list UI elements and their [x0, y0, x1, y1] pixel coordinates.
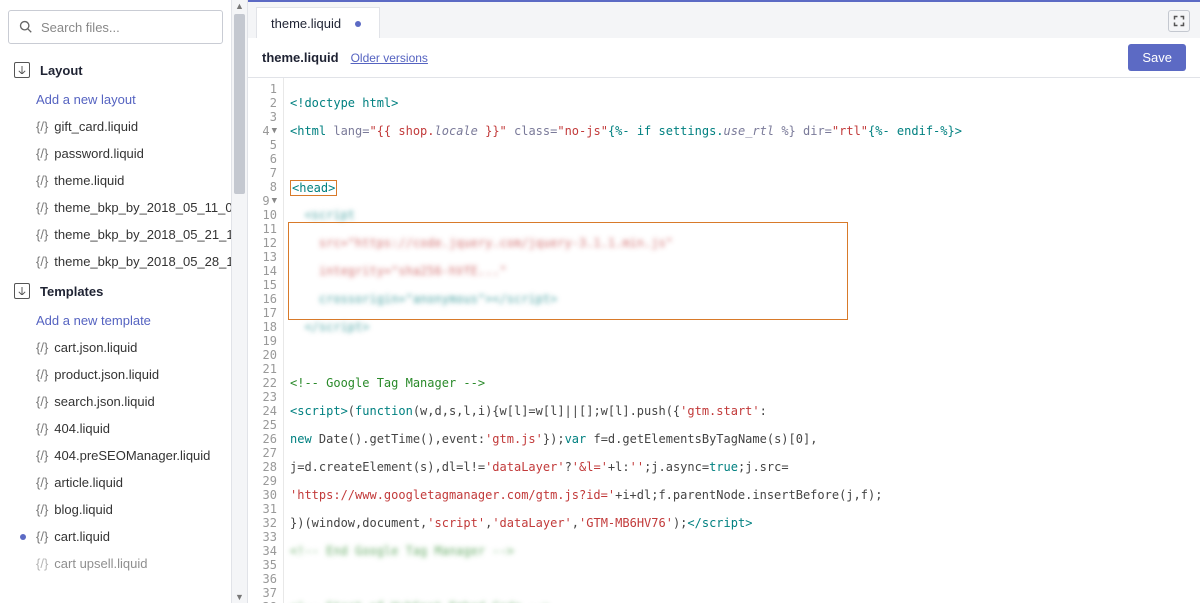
file-item[interactable]: {/}theme_bkp_by_2018_05_21_1: [8, 221, 231, 248]
section-title: Layout: [40, 63, 83, 78]
collapse-icon: [14, 62, 30, 78]
sidebar: Layout Add a new layout {/}gift_card.liq…: [0, 0, 232, 603]
file-name: theme.liquid: [262, 50, 339, 65]
save-button[interactable]: Save: [1128, 44, 1186, 71]
scroll-down-icon[interactable]: ▼: [232, 591, 247, 603]
file-item[interactable]: {/}theme_bkp_by_2018_05_28_1: [8, 248, 231, 275]
file-item[interactable]: {/}404.liquid: [8, 415, 231, 442]
scroll-thumb[interactable]: [234, 14, 245, 194]
search-input[interactable]: [41, 20, 217, 35]
editor-pane: theme.liquid theme.liquid Older versions…: [248, 0, 1200, 603]
older-versions-link[interactable]: Older versions: [351, 51, 428, 65]
modified-dot-icon: [355, 21, 361, 27]
section-templates-header[interactable]: Templates: [8, 275, 231, 307]
file-item[interactable]: {/}theme.liquid: [8, 167, 231, 194]
collapse-icon: [14, 283, 30, 299]
file-item[interactable]: {/}gift_card.liquid: [8, 113, 231, 140]
section-title: Templates: [40, 284, 103, 299]
file-item[interactable]: {/}404.preSEOManager.liquid: [8, 442, 231, 469]
file-item[interactable]: {/}theme_bkp_by_2018_05_11_0: [8, 194, 231, 221]
file-item-modified[interactable]: {/}cart.liquid: [8, 523, 231, 550]
search-input-wrap[interactable]: [8, 10, 223, 44]
code-content[interactable]: <!doctype html> <html lang="{{ shop.loca…: [284, 78, 1200, 603]
section-layout-header[interactable]: Layout: [8, 54, 231, 86]
scroll-up-icon[interactable]: ▲: [232, 0, 247, 12]
sidebar-scrollbar[interactable]: ▲ ▼: [232, 0, 248, 603]
file-item[interactable]: {/}search.json.liquid: [8, 388, 231, 415]
expand-button[interactable]: [1168, 10, 1190, 32]
tab-theme-liquid[interactable]: theme.liquid: [256, 7, 380, 38]
file-item[interactable]: {/}password.liquid: [8, 140, 231, 167]
file-item[interactable]: {/}product.json.liquid: [8, 361, 231, 388]
file-item[interactable]: {/}article.liquid: [8, 469, 231, 496]
line-numbers: 1234 ▼56789 ▼101112131415161718192021222…: [248, 78, 284, 603]
tab-bar: theme.liquid: [248, 0, 1200, 38]
file-item[interactable]: {/}blog.liquid: [8, 496, 231, 523]
search-icon: [19, 20, 33, 34]
file-item[interactable]: {/}cart.json.liquid: [8, 334, 231, 361]
file-item[interactable]: {/}cart upsell.liquid: [8, 550, 231, 577]
file-header: theme.liquid Older versions Save: [248, 38, 1200, 78]
modified-dot-icon: [20, 534, 26, 540]
code-editor[interactable]: 1234 ▼56789 ▼101112131415161718192021222…: [248, 78, 1200, 603]
add-layout-link[interactable]: Add a new layout: [8, 86, 231, 113]
add-template-link[interactable]: Add a new template: [8, 307, 231, 334]
